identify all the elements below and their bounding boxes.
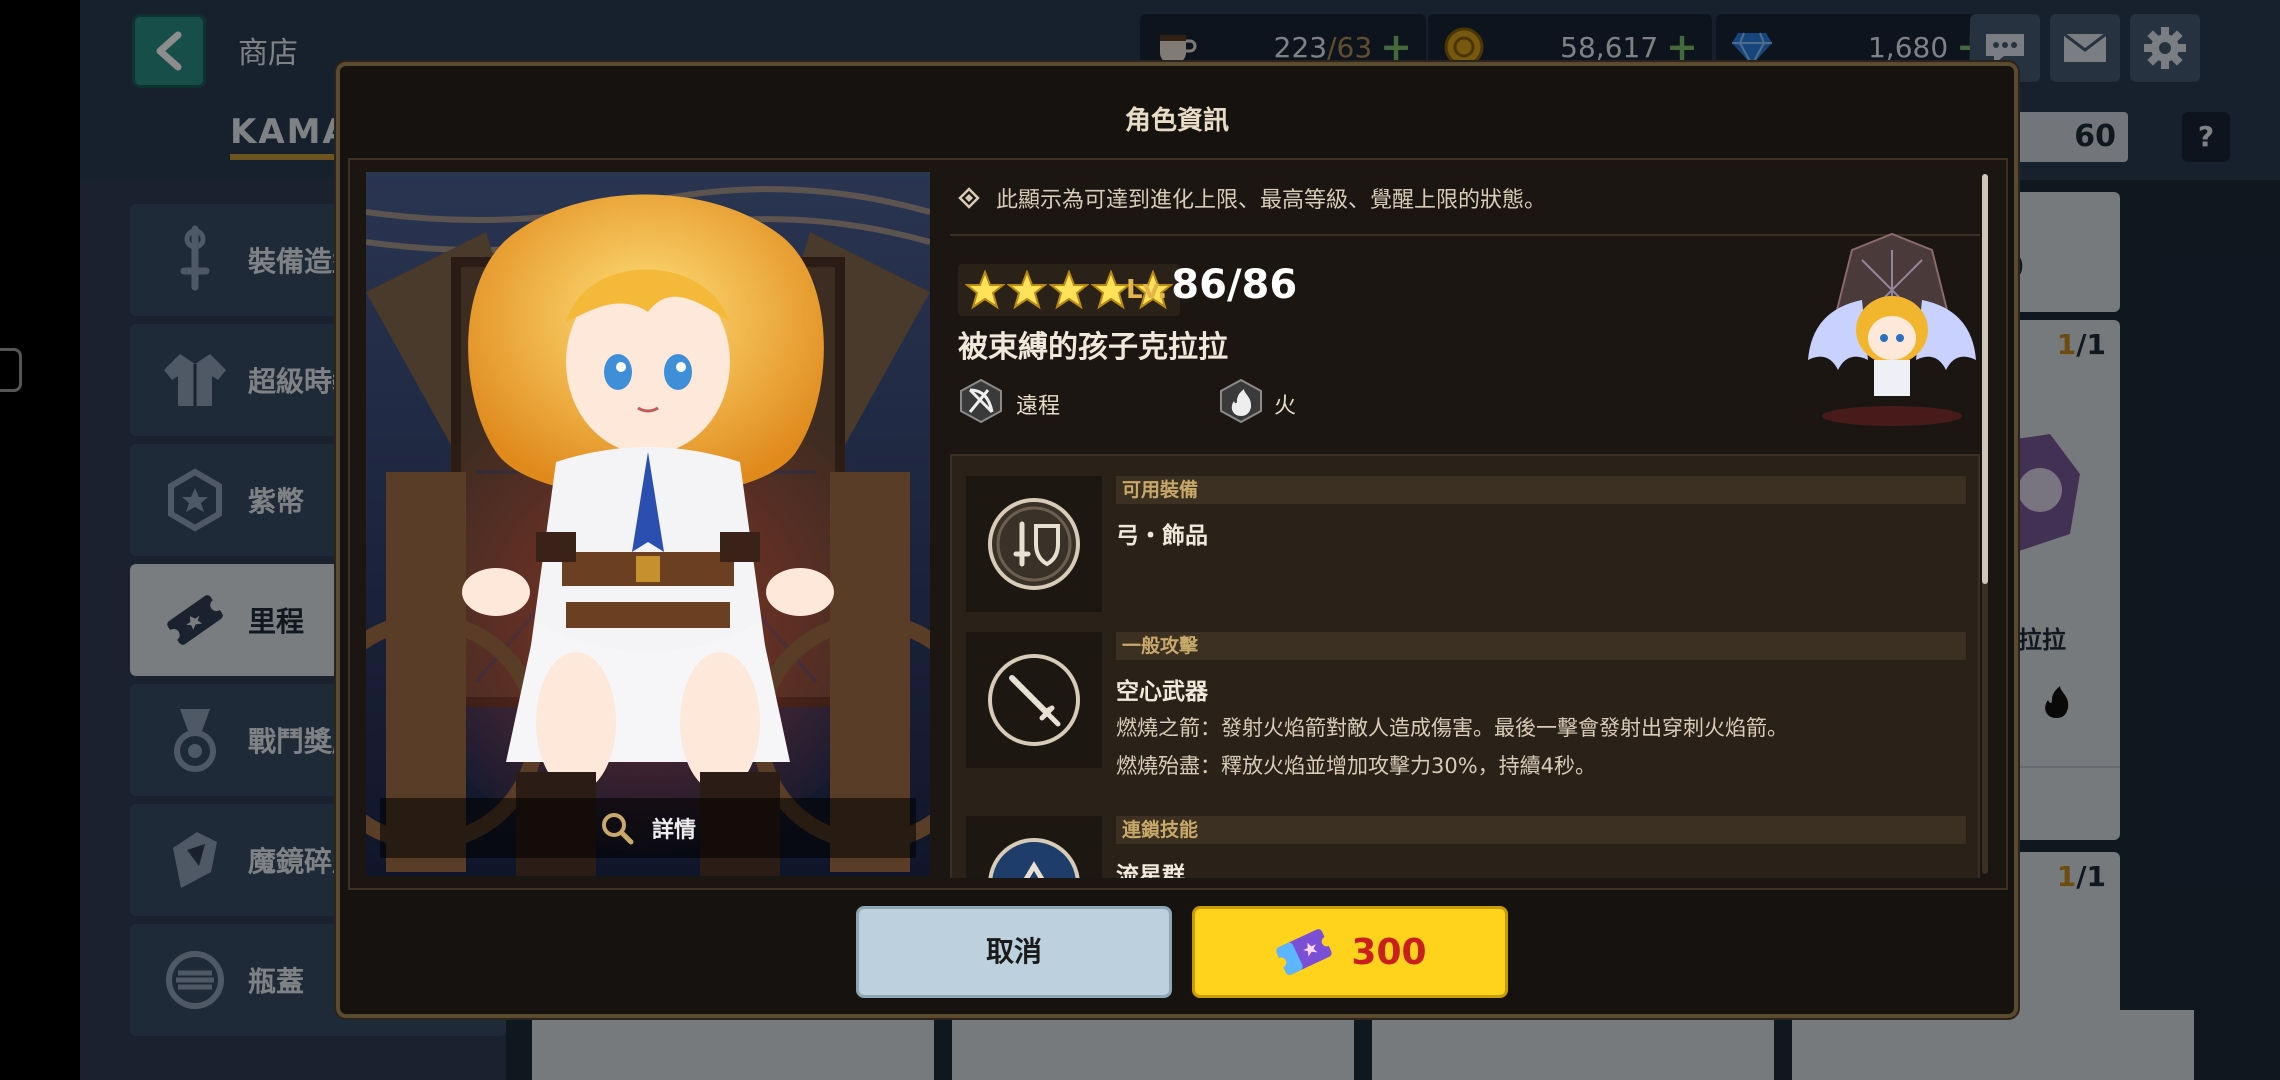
character-name: 被束縛的孩子克拉拉 (958, 330, 1228, 365)
character-level: Lv. 86/86 (1126, 262, 1297, 308)
skill-icon-box (966, 632, 1102, 768)
character-info-panel[interactable]: 此顯示為可達到進化上限、最高等級、覺醒上限的狀態。 Lv. 86/86 被束縛的孩… (944, 172, 1994, 878)
star-icon (1049, 270, 1089, 310)
magnifier-icon (601, 813, 634, 845)
modal-title: 角色資訊 (1124, 106, 1229, 136)
character-portrait: 詳情 (366, 172, 930, 876)
character-illustration (366, 172, 930, 876)
details-button[interactable]: 詳情 (380, 798, 916, 858)
skill-desc: 燃燒殆盡：釋放火焰並增加攻擊力30%，持續4秒。 (1116, 754, 1597, 778)
cancel-button[interactable]: 取消 (856, 906, 1172, 998)
skill-title: 流星群 (1116, 863, 1185, 878)
skill-title: 空心武器 (1116, 679, 1208, 705)
details-label: 詳情 (651, 818, 696, 843)
edge-handle (0, 348, 22, 392)
star-icon (1007, 270, 1047, 310)
skills-box: 可用裝備 弓・飾品 一般攻擊 空心武器 燃燒之箭：發射火焰箭對敵人造成傷害。最後… (950, 454, 1980, 878)
skill-desc: 燃燒之箭：發射火焰箭對敵人造成傷害。最後一擊會發射出穿刺火焰箭。 (1116, 716, 1788, 740)
notice-text: 此顯示為可達到進化上限、最高等級、覺醒上限的狀態。 (996, 188, 1547, 213)
ticket-icon (1276, 929, 1333, 975)
fire-icon (1220, 378, 1262, 424)
skill-icon-box (966, 816, 1102, 878)
left-black-bar (0, 0, 80, 1080)
skill-header: 可用裝備 (1116, 476, 1966, 504)
level-prefix: Lv. (1126, 275, 1168, 305)
star-icon (1091, 270, 1131, 310)
skill-header: 連鎖技能 (1116, 816, 1966, 844)
ranged-bow-icon (960, 378, 1002, 424)
character-info-modal: 角色資訊 詳情 此顯示為可達到進化上限、最高等級、覺醒上限的狀態。 Lv. 86… (336, 62, 2018, 1018)
buy-button[interactable]: 300 (1192, 906, 1508, 998)
skill-title: 弓・飾品 (1116, 523, 1208, 549)
star-icon (965, 270, 1005, 310)
notice: 此顯示為可達到進化上限、最高等級、覺醒上限的狀態。 (958, 182, 1546, 214)
info-scrollbar-thumb[interactable] (1982, 174, 1988, 584)
character-sprite (1808, 232, 1976, 426)
skill-header: 一般攻擊 (1116, 632, 1966, 660)
modal-body: 詳情 此顯示為可達到進化上限、最高等級、覺醒上限的狀態。 Lv. 86/86 被束… (348, 158, 2008, 890)
diamond-icon (958, 187, 980, 209)
element-label: 火 (1274, 394, 1297, 419)
dagger-icon (988, 654, 1080, 746)
level-value: 86/86 (1171, 262, 1298, 308)
sword-shield-icon (988, 498, 1080, 590)
price-label: 300 (1351, 931, 1427, 973)
class-label: 遠程 (1016, 394, 1061, 419)
chain-skill-icon (988, 838, 1080, 878)
skill-icon-box (966, 476, 1102, 612)
